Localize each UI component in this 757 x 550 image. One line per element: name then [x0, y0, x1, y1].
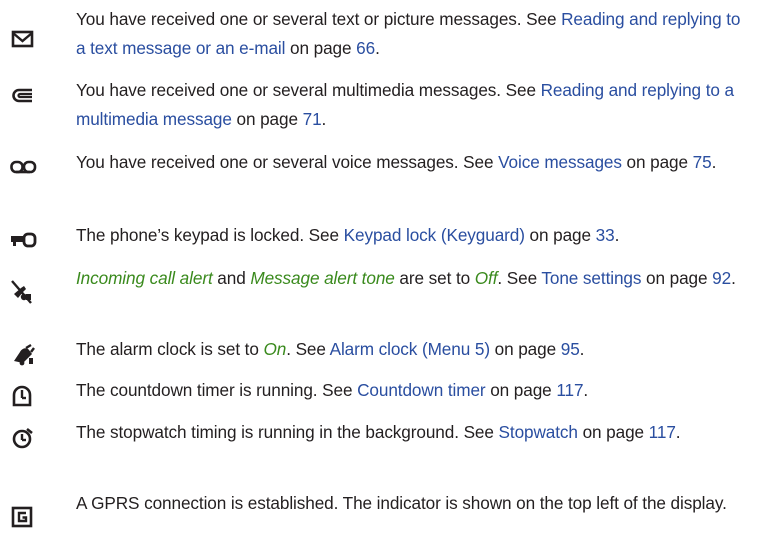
- key-icon: [10, 229, 46, 259]
- indicator-list: You have received one or several text or…: [0, 0, 757, 550]
- description-text: on page: [621, 152, 693, 172]
- description-text: You have received one or several text or…: [76, 9, 562, 29]
- indicator-description: You have received one or several text or…: [76, 5, 748, 63]
- cross-reference-link[interactable]: Stopwatch: [499, 422, 578, 442]
- description-text: on page: [577, 422, 649, 442]
- indicator-description: The phone’s keypad is locked. See Keypad…: [76, 221, 748, 250]
- description-text: on page: [489, 339, 561, 359]
- description-text: You have received one or several multime…: [76, 80, 541, 100]
- envelope-icon: [10, 27, 46, 57]
- page-number-link[interactable]: 71: [303, 109, 322, 129]
- description-text: The countdown timer is running. See: [76, 380, 358, 400]
- description-text: .: [675, 422, 681, 442]
- cross-reference-link[interactable]: Countdown timer: [357, 380, 486, 400]
- description-text: on page: [524, 225, 596, 245]
- description-text: on page: [231, 109, 303, 129]
- cross-reference-link[interactable]: Tone settings: [541, 268, 641, 288]
- setting-value: On: [263, 339, 287, 359]
- page-number-link[interactable]: 117: [556, 380, 583, 400]
- alarm-bell-icon: [10, 343, 46, 373]
- page-number-link[interactable]: 33: [596, 225, 615, 245]
- setting-name: Message alert tone: [250, 268, 395, 288]
- page-number-link[interactable]: 92: [712, 268, 731, 288]
- cross-reference-link[interactable]: Voice messages: [498, 152, 622, 172]
- description-text: . See: [286, 339, 330, 359]
- setting-name: Incoming call alert: [76, 268, 213, 288]
- description-text: .: [614, 225, 620, 245]
- page-number-link[interactable]: 117: [649, 422, 676, 442]
- description-text: .: [731, 268, 736, 288]
- description-text: .: [321, 109, 327, 129]
- cross-reference-link[interactable]: Keypad lock (Keyguard): [344, 225, 525, 245]
- description-text: and: [212, 268, 251, 288]
- description-text: . See: [497, 268, 542, 288]
- description-text: The alarm clock is set to: [76, 339, 264, 359]
- stopwatch-icon: [10, 426, 46, 456]
- indicator-description: A GPRS connection is established. The in…: [76, 489, 748, 518]
- setting-value: Off: [474, 268, 498, 288]
- indicator-description: Incoming call alert and Message alert to…: [76, 264, 748, 293]
- cross-reference-link[interactable]: Alarm clock (Menu 5): [330, 339, 490, 359]
- silent-mode-icon: [10, 280, 46, 310]
- indicator-description: The stopwatch timing is running in the b…: [76, 418, 748, 447]
- gprs-icon: [10, 505, 46, 535]
- description-text: The phone’s keypad is locked. See: [76, 225, 344, 245]
- multimedia-message-icon: [10, 84, 46, 114]
- indicator-description: You have received one or several multime…: [76, 76, 748, 134]
- voicemail-icon: [10, 156, 46, 186]
- description-text: The stopwatch timing is running in the b…: [76, 422, 499, 442]
- description-text: A GPRS connection is established. The in…: [76, 493, 727, 513]
- indicator-description: You have received one or several voice m…: [76, 148, 748, 177]
- description-text: are set to: [394, 268, 475, 288]
- page-number-link[interactable]: 95: [561, 339, 580, 359]
- description-text: on page: [641, 268, 713, 288]
- description-text: on page: [485, 380, 557, 400]
- page-number-link[interactable]: 66: [356, 38, 375, 58]
- countdown-timer-icon: [10, 384, 46, 414]
- description-text: .: [375, 38, 380, 58]
- description-text: .: [579, 339, 585, 359]
- indicator-description: The alarm clock is set to On. See Alarm …: [76, 335, 748, 364]
- description-text: .: [711, 152, 717, 172]
- description-text: You have received one or several voice m…: [76, 152, 499, 172]
- indicator-description: The countdown timer is running. See Coun…: [76, 376, 748, 405]
- description-text: on page: [285, 38, 357, 58]
- description-text: .: [583, 380, 589, 400]
- page-number-link[interactable]: 75: [693, 152, 712, 172]
